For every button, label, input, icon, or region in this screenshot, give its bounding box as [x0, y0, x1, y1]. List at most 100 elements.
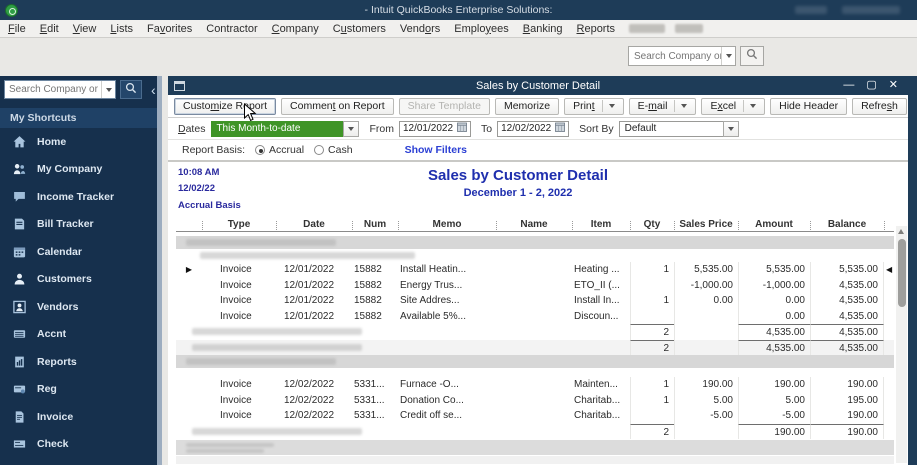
menu-item-contractor[interactable]: Contractor — [206, 23, 257, 35]
column-header-type[interactable]: Type — [202, 219, 276, 231]
maximize-button[interactable]: ▢ — [866, 80, 876, 91]
excel-button[interactable]: Excel — [701, 97, 766, 115]
sortby-select[interactable]: Default — [618, 120, 723, 137]
search-icon — [125, 81, 137, 99]
dates-select[interactable]: This Month-to-date — [211, 120, 344, 137]
accrual-label: Accrual — [269, 144, 305, 156]
accrual-radio[interactable] — [255, 145, 266, 155]
global-search-input[interactable] — [629, 50, 721, 62]
redacted-text — [192, 328, 362, 335]
table-row[interactable]: Invoice 12/01/2022 15882 Energy Trus... ETO_… — [176, 277, 894, 293]
dates-label: Dates — [178, 122, 206, 135]
refresh-button[interactable]: Refresh — [852, 97, 907, 115]
table-row[interactable]: ▶ Invoice 12/01/2022 15882 Install Heatin...… — [176, 262, 894, 278]
sidebar-item-reports[interactable]: Reports — [0, 348, 162, 376]
sidebar-item-invoice[interactable]: Invoice — [0, 403, 162, 431]
column-header-name[interactable]: Name — [496, 219, 572, 231]
redacted-text — [192, 427, 362, 435]
search-button[interactable] — [740, 46, 764, 66]
sidebar-items: Home My Company Income Tracker Bill Tracker… — [0, 128, 162, 465]
show-filters-link[interactable]: Show Filters — [405, 144, 467, 156]
memorize-button[interactable]: Memorize — [494, 97, 560, 115]
menu-item-lists[interactable]: Lists — [110, 23, 133, 35]
sidebar-item-income-tracker[interactable]: Income Tracker — [0, 183, 162, 211]
menu-item-employees[interactable]: Employees — [454, 23, 508, 35]
sidebar-item-my-company[interactable]: My Company — [0, 156, 162, 184]
grand-total-row: 2 4,535.00 4,535.00 — [176, 339, 894, 355]
close-button[interactable]: ✕ — [889, 80, 898, 91]
column-header-balance[interactable]: Balance — [810, 219, 884, 231]
menu-item-company[interactable]: Company — [272, 23, 319, 35]
vertical-scrollbar[interactable] — [896, 226, 907, 463]
from-date-field[interactable]: 12/01/2022 — [398, 120, 472, 137]
sidebar-item-label: Calendar — [37, 245, 82, 258]
sidebar-search-input[interactable] — [5, 84, 101, 95]
search-dropdown-caret[interactable] — [721, 47, 735, 65]
sidebar-collapse-icon[interactable]: ‹ — [151, 83, 156, 97]
sidebar-scrollbar[interactable] — [157, 76, 162, 465]
menu-item-favorites[interactable]: Favorites — [147, 23, 192, 35]
table-row[interactable]: Invoice 12/01/2022 15882 Site Addres... Inst… — [176, 293, 894, 309]
calendar-icon[interactable] — [457, 122, 467, 135]
redacted-text — [186, 239, 336, 246]
menu-item-file[interactable]: File — [8, 23, 26, 35]
menu-item-banking[interactable]: Banking — [523, 23, 563, 35]
chevron-down-icon[interactable] — [750, 104, 757, 108]
comment-on-report-button[interactable]: Comment on Report — [281, 97, 394, 115]
to-date-field[interactable]: 12/02/2022 — [497, 120, 570, 137]
sidebar-item-reg[interactable]: Reg — [0, 376, 162, 404]
group-footer-band — [176, 456, 894, 464]
column-header-sales-price[interactable]: Sales Price — [674, 219, 738, 231]
menu-bar-items: File Edit View Lists Favorites Contractor Comp… — [8, 23, 629, 35]
column-header-amount[interactable]: Amount — [738, 219, 810, 231]
customize-report-button[interactable]: Customize Report — [174, 97, 277, 115]
menu-item-reports[interactable]: Reports — [577, 23, 616, 35]
scrollbar-thumb[interactable] — [897, 239, 906, 307]
hide-header-button[interactable]: Hide Header — [770, 97, 848, 115]
calendar-icon[interactable] — [555, 122, 566, 135]
column-header-num[interactable]: Num — [352, 219, 398, 231]
column-header-memo[interactable]: Memo — [398, 219, 496, 231]
sortby-select-caret[interactable] — [722, 120, 739, 137]
column-header-date[interactable]: Date — [276, 219, 352, 231]
sidebar-search-button[interactable] — [120, 80, 142, 99]
sidebar-item-label: Home — [37, 135, 67, 148]
chevron-down-icon[interactable] — [681, 104, 688, 108]
sidebar-item-bill-tracker[interactable]: Bill Tracker — [0, 211, 162, 239]
print-button[interactable]: Print — [564, 97, 624, 115]
sidebar-item-customers[interactable]: Customers — [0, 266, 162, 294]
column-header-qty[interactable]: Qty — [630, 219, 674, 231]
table-row[interactable]: Invoice 12/01/2022 15882 Available 5%... Dis… — [176, 308, 894, 324]
e-mail-button[interactable]: E-mail — [628, 97, 697, 115]
sidebar-search-caret[interactable] — [101, 81, 115, 98]
report-content: 10:08 AM 12/02/22 Accrual Basis Sales by… — [168, 162, 908, 465]
current-row-marker: ▶ — [185, 265, 193, 274]
dates-select-caret[interactable] — [343, 120, 360, 137]
table-row[interactable]: Invoice 12/02/2022 5331... Donation Co... Ch… — [176, 392, 894, 408]
sidebar-item-calendar[interactable]: Calendar — [0, 238, 162, 266]
menu-item-customers[interactable]: Customers — [333, 23, 386, 35]
subtotal-row: 2 4,535.00 4,535.00 — [176, 324, 894, 340]
sidebar-item-accnt[interactable]: Accnt — [0, 321, 162, 349]
sidebar-item-home[interactable]: Home — [0, 128, 162, 156]
chevron-down-icon[interactable] — [608, 104, 615, 108]
sidebar-item-check[interactable]: Check — [0, 431, 162, 459]
share-template-button[interactable]: Share Template — [398, 97, 490, 115]
column-header-item[interactable]: Item — [572, 219, 630, 231]
table-body: ▶ Invoice 12/01/2022 15882 Install Heatin...… — [176, 236, 894, 464]
minimize-button[interactable]: — — [843, 80, 854, 91]
sidebar-item-bill[interactable]: Bill — [0, 458, 162, 465]
sidebar-search-box[interactable] — [4, 80, 116, 99]
menu-item-edit[interactable]: Edit — [40, 23, 59, 35]
table-row[interactable]: Invoice 12/02/2022 5331... Furnace -O... Mai… — [176, 377, 894, 393]
customers-icon — [12, 272, 27, 286]
scroll-up-icon[interactable] — [898, 229, 904, 234]
cash-radio[interactable] — [314, 145, 325, 155]
menu-item-view[interactable]: View — [73, 23, 97, 35]
table-row[interactable]: Invoice 12/02/2022 5331... Credit off se...… — [176, 408, 894, 424]
sortby-label: Sort By — [579, 122, 614, 135]
menu-item-vendors[interactable]: Vendors — [400, 23, 440, 35]
cash-label: Cash — [328, 144, 353, 156]
sidebar-item-vendors[interactable]: Vendors — [0, 293, 162, 321]
global-search-box[interactable] — [628, 46, 736, 66]
